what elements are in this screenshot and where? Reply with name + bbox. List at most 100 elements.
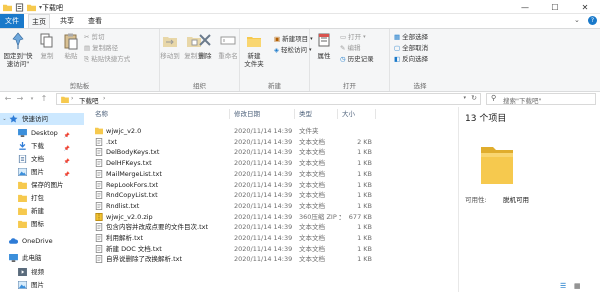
address-bar[interactable]: › 下载吧 › ▾ ↻	[56, 93, 481, 105]
zip-file-icon	[95, 212, 103, 221]
nav-item-pictures[interactable]: 图片 📌	[0, 166, 84, 178]
column-separator[interactable]	[375, 109, 376, 119]
column-separator[interactable]	[337, 109, 338, 119]
column-header-type[interactable]: 类型	[299, 107, 312, 121]
nav-item-pack[interactable]: 打包	[0, 192, 84, 204]
text-file-icon	[95, 191, 103, 200]
tab-home[interactable]: 主页	[28, 14, 50, 28]
file-size: 1 KB	[357, 234, 372, 242]
select-none-button[interactable]: ▢ 全部取消	[394, 43, 428, 53]
file-name: wjwjc_v2.0	[106, 127, 142, 135]
column-separator[interactable]	[294, 109, 295, 119]
copy-path-button[interactable]: ▤ 复制路径	[84, 43, 118, 53]
nav-item-new[interactable]: 新建	[0, 205, 84, 217]
up-button[interactable]: ↑	[38, 93, 50, 105]
close-button[interactable]: ✕	[570, 0, 600, 14]
nav-item-documents[interactable]: 文档 📌	[0, 153, 84, 165]
properties-button[interactable]: 属性	[312, 32, 336, 60]
forward-button[interactable]: →	[14, 93, 26, 105]
back-button[interactable]: ←	[2, 93, 14, 105]
file-row[interactable]: 自界说删除了改换解析.txt 2020/11/14 14:39 文本文档 1 KB	[86, 254, 456, 264]
open-button[interactable]: ▭ 打开 ▾	[340, 32, 366, 42]
file-modified: 2020/11/14 14:39	[234, 212, 293, 221]
tab-share[interactable]: 共享	[56, 14, 78, 28]
folder-icon	[61, 96, 69, 103]
window-title: 下载吧	[42, 4, 63, 12]
file-row[interactable]: Rndlist.txt 2020/11/14 14:39 文本文档 1 KB	[86, 201, 456, 211]
new-folder-icon[interactable]	[27, 3, 36, 12]
file-row[interactable]: DelBodyKeys.txt 2020/11/14 14:39 文本文档 1 KB	[86, 147, 456, 157]
file-row[interactable]: RndCopyList.txt 2020/11/14 14:39 文本文档 1 KB	[86, 190, 456, 200]
nav-item-downloads[interactable]: 下载 📌	[0, 140, 84, 152]
recent-locations-button[interactable]: ▾	[26, 93, 38, 105]
file-row[interactable]: wjwjc_v2.0.zip 2020/11/14 14:39 360压缩 ZIP …	[86, 212, 456, 222]
column-header-modified[interactable]: 修改日期	[234, 107, 260, 121]
address-dropdown-icon[interactable]: ▾	[463, 95, 466, 101]
invert-selection-button[interactable]: ◧ 反向选择	[394, 54, 428, 64]
file-type: 文本文档	[299, 223, 325, 232]
cut-button[interactable]: ✂ 剪切	[84, 32, 104, 42]
properties-icon[interactable]	[15, 2, 24, 12]
easy-access-button[interactable]: ◈ 轻松访问 ▾	[274, 45, 312, 55]
paste-shortcut-label: 粘贴快捷方式	[91, 55, 131, 63]
file-row[interactable]: RepLookFors.txt 2020/11/14 14:39 文本文档 1 KB	[86, 180, 456, 190]
help-icon[interactable]: ?	[588, 16, 597, 25]
file-row[interactable]: 新建 DOC 文档.txt 2020/11/14 14:39 文本文档 1 KB	[86, 244, 456, 254]
nav-item-videos[interactable]: 视频	[0, 266, 84, 278]
new-folder-button[interactable]: 新建 文件夹	[242, 32, 266, 68]
pin-to-quick-access-button[interactable]: 固定到"快 速访问"	[2, 32, 34, 68]
nav-item-icons[interactable]: 图标	[0, 218, 84, 230]
nav-item-this-pc-pictures[interactable]: 图片	[0, 279, 84, 291]
delete-button[interactable]: 删除	[194, 32, 216, 60]
file-row[interactable]: 包含内容并改成点要的文件目次.txt 2020/11/14 14:39 文本文档 1 …	[86, 222, 456, 232]
history-button[interactable]: ◷ 历史记录	[340, 54, 374, 64]
folder-icon	[18, 207, 27, 215]
rename-button[interactable]: 重命名	[216, 32, 240, 60]
paste-shortcut-button[interactable]: ⎘ 粘贴快捷方式	[84, 54, 130, 64]
tab-file[interactable]: 文件	[0, 14, 24, 28]
details-view-icon[interactable]: ☰	[560, 282, 566, 290]
chevron-down-icon[interactable]: ⌄	[574, 16, 580, 24]
nav-item-quick-access[interactable]: ⌄ 快速访问	[0, 113, 84, 125]
paste-button[interactable]: 粘贴	[60, 32, 82, 60]
maximize-button[interactable]: ☐	[540, 0, 570, 14]
nav-item-desktop[interactable]: Desktop 📌	[0, 127, 84, 139]
availability-value: 脱机可用	[503, 196, 529, 204]
large-icons-view-icon[interactable]: ▦	[574, 282, 581, 290]
history-label: 历史记录	[347, 55, 374, 63]
file-size: 1 KB	[357, 180, 372, 189]
minimize-button[interactable]: —	[510, 0, 540, 14]
edit-button[interactable]: ✎ 编辑	[340, 43, 360, 53]
nav-item-this-pc[interactable]: 此电脑	[0, 252, 84, 264]
file-row[interactable]: DelHFKeys.txt 2020/11/14 14:39 文本文档 1 KB	[86, 158, 456, 168]
column-header-name[interactable]: 名称	[95, 107, 108, 121]
file-row[interactable]: wjwjc_v2.0 2020/11/14 14:39 文件夹	[86, 126, 456, 136]
file-size: 1 KB	[357, 255, 372, 264]
file-row[interactable]: 利用解析.txt 2020/11/14 14:39 文本文档 1 KB	[86, 233, 456, 243]
select-all-button[interactable]: ▦ 全部选择	[394, 32, 428, 42]
file-size: 1 KB	[357, 201, 372, 210]
file-row[interactable]: .txt 2020/11/14 14:39 文本文档 2 KB	[86, 137, 456, 147]
file-row[interactable]: MailMergeList.txt 2020/11/14 14:39 文本文档 1 K…	[86, 169, 456, 179]
text-file-icon	[95, 223, 103, 232]
column-separator[interactable]	[229, 109, 230, 119]
folder-icon	[18, 194, 27, 202]
search-placeholder: 搜索"下载吧"	[503, 97, 542, 105]
copy-button[interactable]: 复制	[36, 32, 58, 60]
file-name: 包含内容并改成点要的文件目次.txt	[106, 223, 209, 232]
download-icon	[19, 142, 26, 150]
title-bar: ▾ | 下载吧 — ☐ ✕	[0, 0, 600, 14]
file-type: 文件夹	[299, 127, 319, 135]
new-item-button[interactable]: ▣ 新建项目 ▾	[274, 34, 313, 44]
nav-item-saved-pictures[interactable]: 保存的图片	[0, 179, 84, 191]
nav-item-onedrive[interactable]: OneDrive	[0, 235, 84, 247]
search-input[interactable]: ⚲ 搜索"下载吧"	[486, 93, 596, 105]
refresh-icon[interactable]: ↻	[471, 94, 477, 102]
nav-label: Desktop	[31, 129, 58, 137]
computer-icon	[9, 254, 18, 262]
move-to-button[interactable]: 移动到	[158, 32, 182, 60]
details-pane: 13 个项目 可用性: 脱机可用	[458, 107, 600, 292]
tab-view[interactable]: 查看	[84, 14, 106, 28]
file-size: 1 KB	[357, 223, 372, 232]
column-header-size[interactable]: 大小	[342, 107, 355, 121]
